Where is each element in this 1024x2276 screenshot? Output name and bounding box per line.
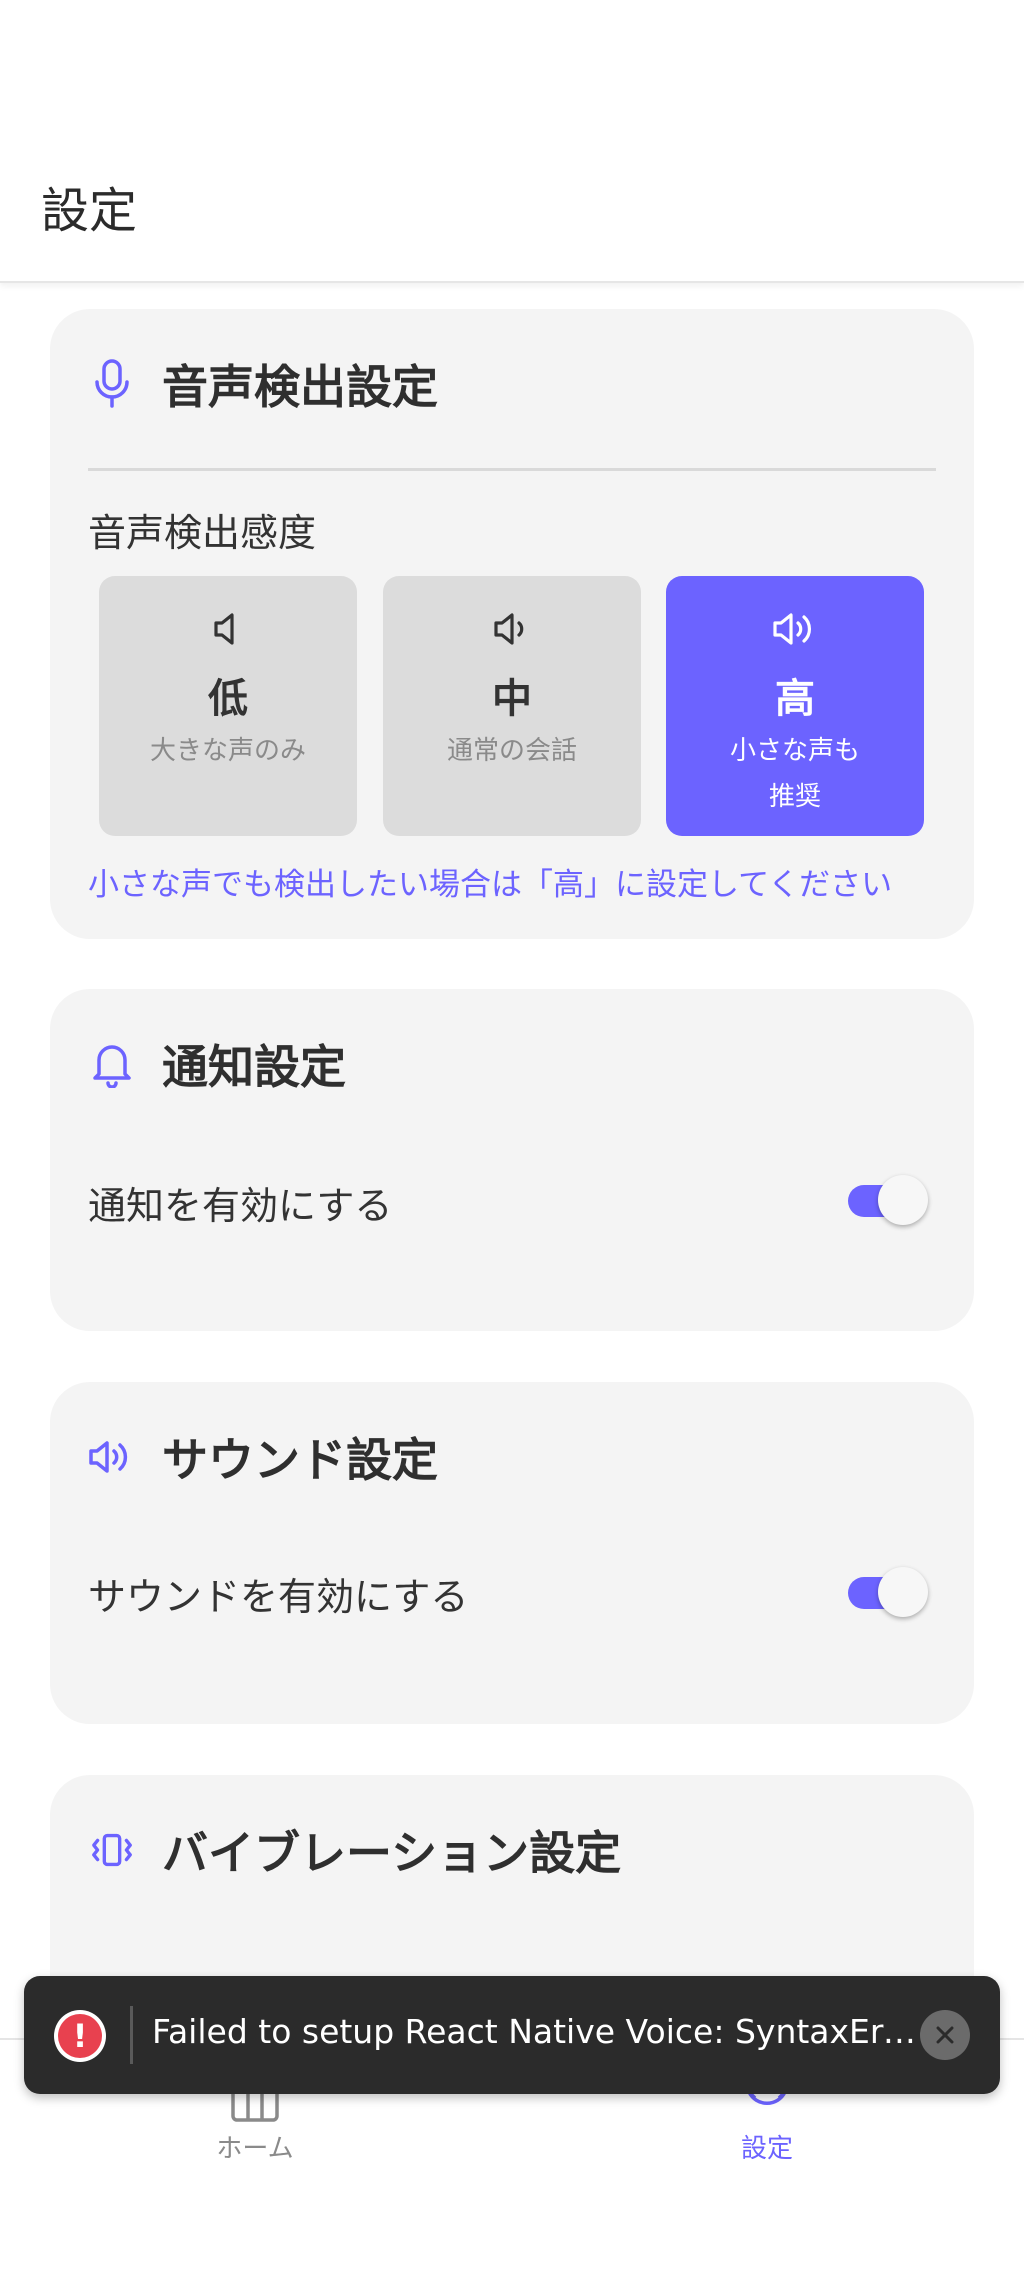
alert-icon-mark: ! — [58, 2014, 102, 2058]
sensitivity-option-high[interactable]: 高 小さな声も 推奨 — [666, 576, 924, 836]
voice-detection-card: 音声検出設定 音声検出感度 低 大きな声のみ 中 通常の会話 高 小さな声も 推… — [50, 309, 974, 939]
close-icon[interactable] — [920, 2010, 970, 2060]
speaker-icon — [88, 1429, 136, 1485]
speaker-high-icon — [666, 606, 924, 652]
toast-message: Failed to setup React Native Voice: Synt… — [152, 2012, 922, 2051]
sensitivity-high-name: 高 — [775, 676, 815, 722]
notification-toggle-label: 通知を有効にする — [88, 1184, 393, 1228]
notification-title: 通知設定 — [162, 1040, 346, 1094]
voice-detection-header: 音声検出設定 — [88, 349, 438, 419]
sensitivity-high-desc-line2: 推奨 — [768, 782, 821, 812]
page-title: 設定 — [41, 183, 138, 239]
sensitivity-label: 音声検出感度 — [88, 511, 317, 555]
sensitivity-selector: 低 大きな声のみ 中 通常の会話 高 小さな声も 推奨 — [99, 576, 924, 836]
sensitivity-low-desc: 大きな声のみ — [149, 736, 306, 766]
sensitivity-low-name: 低 — [208, 676, 248, 722]
sound-header: サウンド設定 — [88, 1422, 438, 1492]
vibration-title: バイブレーション設定 — [162, 1826, 622, 1880]
tab-settings-label: 設定 — [740, 2134, 793, 2164]
settings-scroll-view[interactable]: 音声検出設定 音声検出感度 低 大きな声のみ 中 通常の会話 高 小さな声も 推… — [0, 283, 1024, 2038]
vibration-icon — [88, 1822, 136, 1878]
app-header: 設定 — [0, 0, 1024, 283]
sound-card: サウンド設定 サウンドを有効にする — [50, 1382, 974, 1724]
bell-icon — [88, 1036, 136, 1092]
sensitivity-option-low[interactable]: 低 大きな声のみ — [99, 576, 357, 836]
speaker-medium-icon — [383, 606, 641, 652]
notification-card: 通知設定 通知を有効にする — [50, 989, 974, 1331]
vibration-header: バイブレーション設定 — [88, 1815, 621, 1885]
alert-icon: ! — [54, 2010, 106, 2062]
notification-header: 通知設定 — [88, 1029, 346, 1099]
settings-screen: 設定 音声検出設定 音声検出感度 低 大きな声のみ 中 通常の会話 高 小さな声… — [0, 0, 1024, 2276]
tab-home-label: ホーム — [216, 2134, 294, 2164]
sensitivity-medium-desc: 通常の会話 — [446, 736, 577, 766]
sensitivity-high-desc: 小さな声も 推奨 — [686, 728, 904, 820]
toggle-thumb — [878, 1175, 928, 1225]
divider — [88, 468, 936, 471]
error-toast[interactable]: ! Failed to setup React Native Voice: Sy… — [24, 1976, 1000, 2094]
sensitivity-hint: 小さな声でも検出したい場合は「高」に設定してください — [88, 867, 893, 903]
microphone-icon — [88, 356, 136, 412]
sensitivity-option-medium[interactable]: 中 通常の会話 — [383, 576, 641, 836]
sound-toggle[interactable] — [848, 1567, 928, 1617]
sensitivity-high-desc-line1: 小さな声も — [729, 736, 860, 766]
toast-divider — [130, 2006, 133, 2064]
sound-toggle-label: サウンドを有効にする — [88, 1575, 469, 1619]
sound-title: サウンド設定 — [162, 1433, 438, 1487]
notification-toggle[interactable] — [848, 1175, 928, 1225]
speaker-low-icon — [99, 606, 357, 652]
sensitivity-medium-name: 中 — [492, 676, 532, 722]
voice-detection-title: 音声検出設定 — [162, 360, 438, 414]
toggle-thumb — [878, 1567, 928, 1617]
